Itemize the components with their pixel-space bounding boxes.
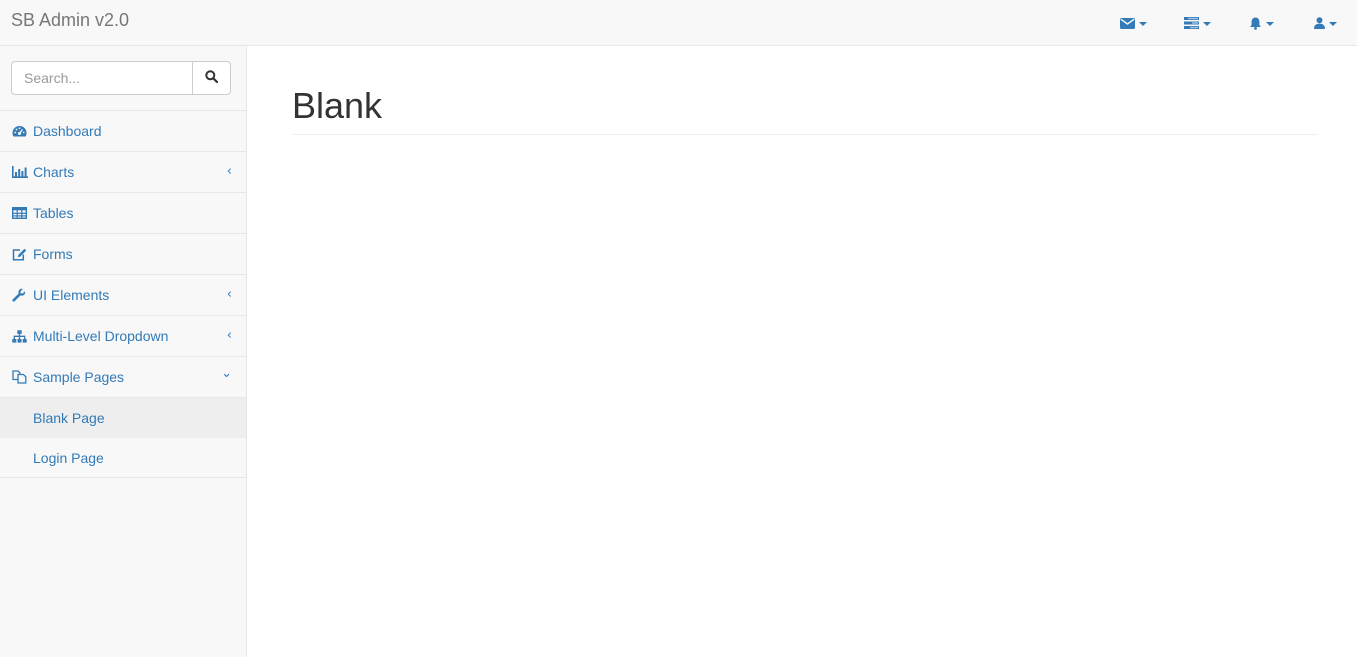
sidebar-item-multi-level-dropdown[interactable]: Multi-Level Dropdown ‹ bbox=[0, 316, 246, 357]
sidebar-item-sample-pages[interactable]: Sample Pages ⌄ bbox=[0, 357, 246, 398]
envelope-icon bbox=[1119, 17, 1135, 29]
top-navbar: SB Admin v2.0 bbox=[0, 0, 1357, 46]
sidebar-subitem-label: Blank Page bbox=[33, 410, 105, 426]
sidebar-search bbox=[0, 46, 246, 111]
sidebar-item-dashboard[interactable]: Dashboard bbox=[0, 111, 246, 152]
top-links bbox=[1101, 0, 1357, 46]
sidebar-item-forms[interactable]: Forms bbox=[0, 234, 246, 275]
tasks-dropdown[interactable] bbox=[1165, 0, 1229, 46]
caret-down-icon bbox=[1328, 21, 1337, 26]
sidebar-subitem-login-page[interactable]: Login Page bbox=[0, 438, 246, 478]
sidebar-item-tables[interactable]: Tables bbox=[0, 193, 246, 234]
chevron-left-icon: ‹ bbox=[226, 328, 232, 343]
search-icon bbox=[205, 70, 219, 86]
page-wrapper: Blank bbox=[247, 46, 1357, 657]
sitemap-icon bbox=[12, 329, 28, 343]
sidebar-item-label: Charts bbox=[33, 164, 75, 180]
wrench-icon bbox=[12, 288, 28, 302]
sidebar-item-label: Tables bbox=[33, 205, 74, 221]
search-button[interactable] bbox=[192, 61, 231, 95]
edit-icon bbox=[12, 247, 28, 261]
sidebar-subitem-blank-page[interactable]: Blank Page bbox=[0, 398, 246, 438]
alerts-dropdown[interactable] bbox=[1229, 0, 1293, 46]
sidebar-item-label: Multi-Level Dropdown bbox=[33, 328, 169, 344]
sidebar-item-label: Forms bbox=[33, 246, 73, 262]
sidebar-item-label: UI Elements bbox=[33, 287, 110, 303]
caret-down-icon bbox=[1202, 21, 1211, 26]
sidebar-item-label: Sample Pages bbox=[33, 369, 125, 385]
files-icon bbox=[12, 370, 28, 384]
tasks-icon bbox=[1183, 17, 1199, 29]
bell-icon bbox=[1249, 17, 1262, 30]
chevron-left-icon: ‹ bbox=[226, 287, 232, 302]
sidebar-item-charts[interactable]: Charts ‹ bbox=[0, 152, 246, 193]
page-title: Blank bbox=[292, 85, 383, 126]
caret-down-icon bbox=[1138, 21, 1147, 26]
sidebar-subitem-label: Login Page bbox=[33, 449, 104, 466]
brand-title[interactable]: SB Admin v2.0 bbox=[11, 10, 129, 30]
chevron-left-icon: ‹ bbox=[226, 164, 232, 179]
sidebar-item-ui-elements[interactable]: UI Elements ‹ bbox=[0, 275, 246, 316]
sidebar: Dashboard Charts ‹ Tables Forms UI Eleme… bbox=[0, 46, 247, 657]
sidebar-item-label: Dashboard bbox=[33, 123, 102, 139]
user-icon bbox=[1313, 17, 1325, 29]
user-dropdown[interactable] bbox=[1293, 0, 1357, 46]
page-header: Blank bbox=[292, 86, 1317, 135]
dashboard-icon bbox=[12, 124, 28, 138]
table-icon bbox=[12, 206, 28, 220]
chevron-down-icon: ⌄ bbox=[221, 366, 232, 381]
caret-down-icon bbox=[1265, 21, 1274, 26]
messages-dropdown[interactable] bbox=[1101, 0, 1165, 46]
bar-chart-icon bbox=[12, 165, 28, 179]
search-input[interactable] bbox=[11, 61, 193, 95]
